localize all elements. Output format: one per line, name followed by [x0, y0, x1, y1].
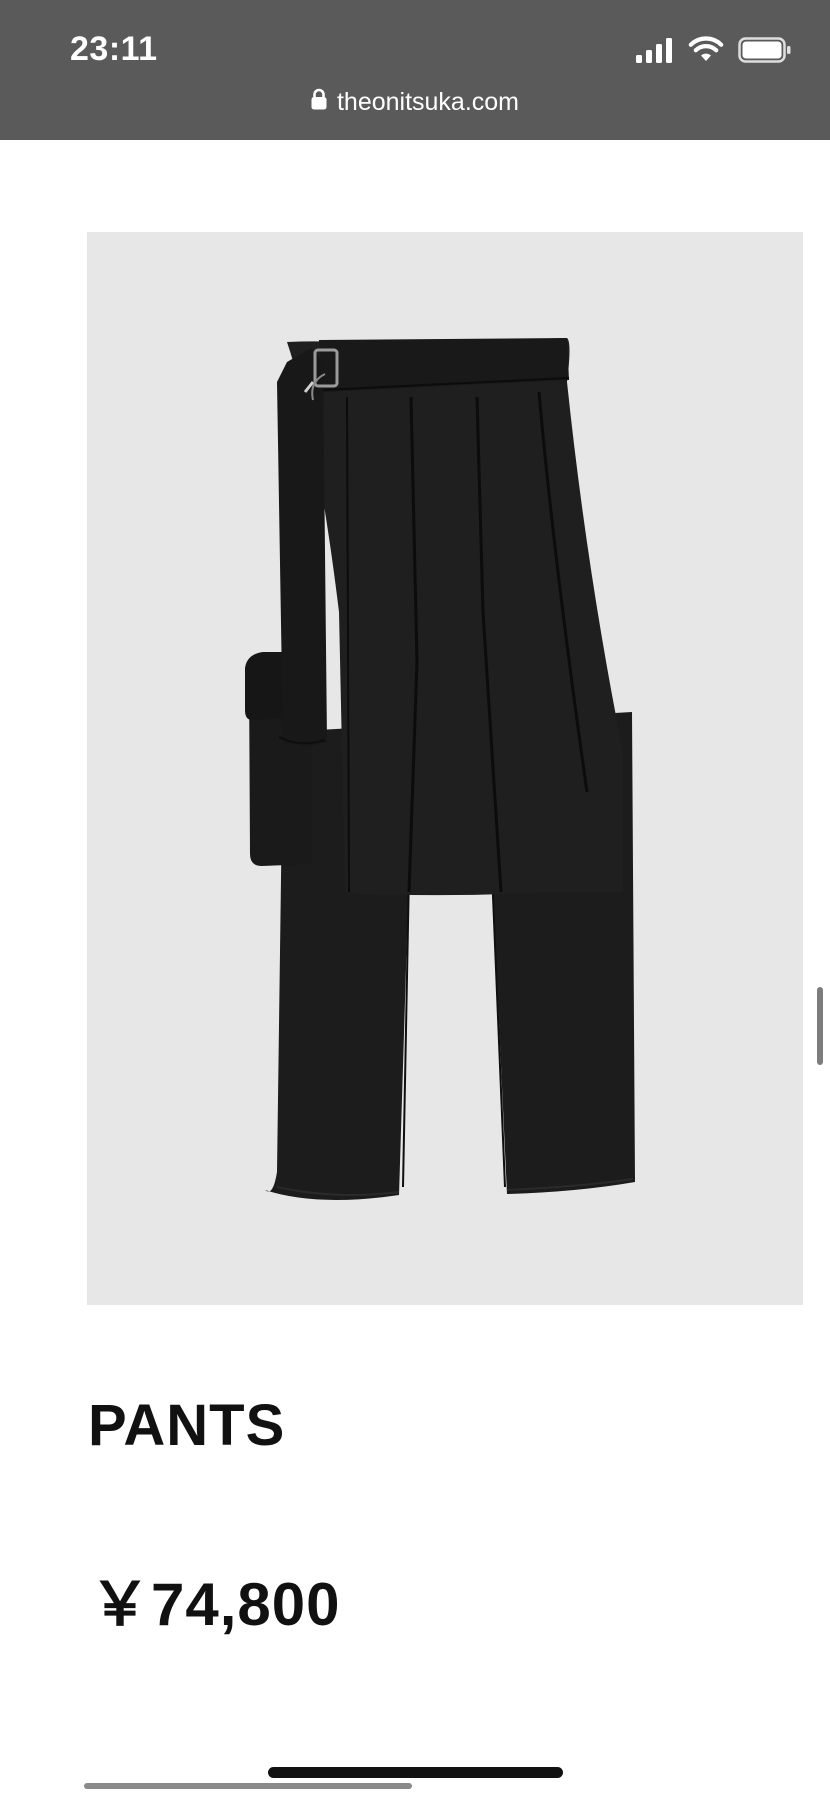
lock-icon [311, 88, 327, 117]
horizontal-scrollbar[interactable] [84, 1783, 412, 1789]
wifi-icon [688, 36, 724, 68]
product-title: PANTS [88, 1393, 286, 1458]
battery-icon [738, 36, 792, 68]
cellular-signal-icon [636, 37, 674, 68]
product-price: ￥74,800 [90, 1571, 341, 1638]
home-indicator[interactable] [268, 1767, 563, 1778]
product-image[interactable] [87, 232, 803, 1305]
address-bar[interactable]: theonitsuka.com [0, 88, 830, 117]
status-time: 23:11 [70, 30, 158, 68]
status-icons [636, 36, 792, 68]
scroll-indicator[interactable] [817, 987, 823, 1065]
status-bar: 23:11 theonitsuka.com [0, 0, 830, 140]
url-text[interactable]: theonitsuka.com [337, 88, 519, 117]
pants-image [245, 338, 635, 1200]
